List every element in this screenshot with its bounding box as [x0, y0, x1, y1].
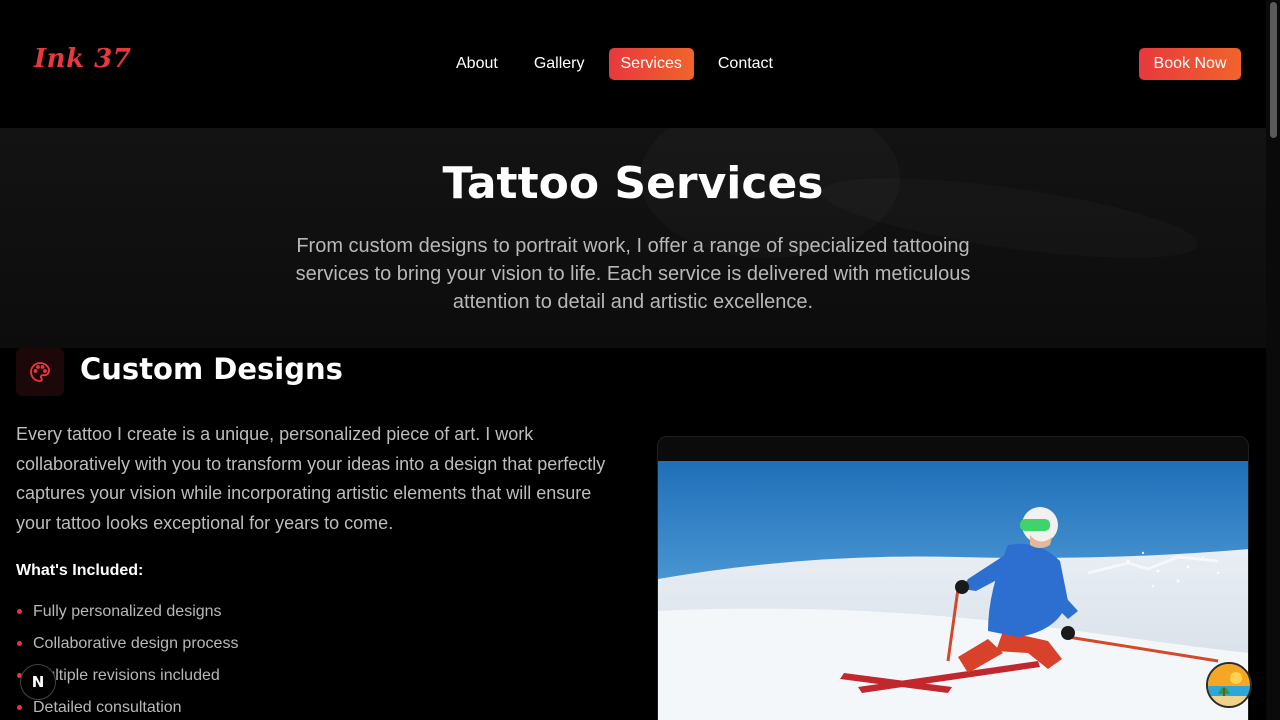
service-title: Custom Designs [80, 352, 343, 386]
list-item: Fully personalized designs [16, 596, 238, 628]
book-now-button[interactable]: Book Now [1139, 48, 1241, 80]
nav-services[interactable]: Services [608, 48, 694, 80]
feature-list: Fully personalized designs Collaborative… [16, 596, 238, 720]
page-scrollbar[interactable] [1266, 0, 1280, 720]
scrollbar-thumb[interactable] [1270, 2, 1277, 138]
included-heading: What's Included: [16, 562, 144, 579]
list-item: Detailed consultation [16, 692, 238, 720]
service-image-card [657, 436, 1249, 720]
service-icon-box [16, 348, 64, 396]
hero-section: Tattoo Services From custom designs to p… [0, 128, 1266, 348]
nav-gallery[interactable]: Gallery [522, 48, 597, 80]
hero-description: From custom designs to portrait work, I … [295, 235, 971, 313]
skier-photo [658, 461, 1248, 720]
site-header: Ink 37 About Gallery Services Contact Bo… [0, 0, 1266, 128]
logo[interactable]: Ink 37 [34, 44, 131, 74]
nav-contact[interactable]: Contact [706, 48, 785, 80]
framework-badge[interactable]: N [20, 664, 56, 700]
beach-avatar-icon[interactable] [1206, 662, 1252, 708]
main-nav: About Gallery Services Contact [444, 48, 785, 80]
list-item: Collaborative design process [16, 628, 238, 660]
service-description: Every tattoo I create is a unique, perso… [16, 424, 606, 533]
page-title: Tattoo Services [442, 158, 824, 209]
palette-icon [30, 362, 50, 382]
nav-about[interactable]: About [444, 48, 510, 80]
